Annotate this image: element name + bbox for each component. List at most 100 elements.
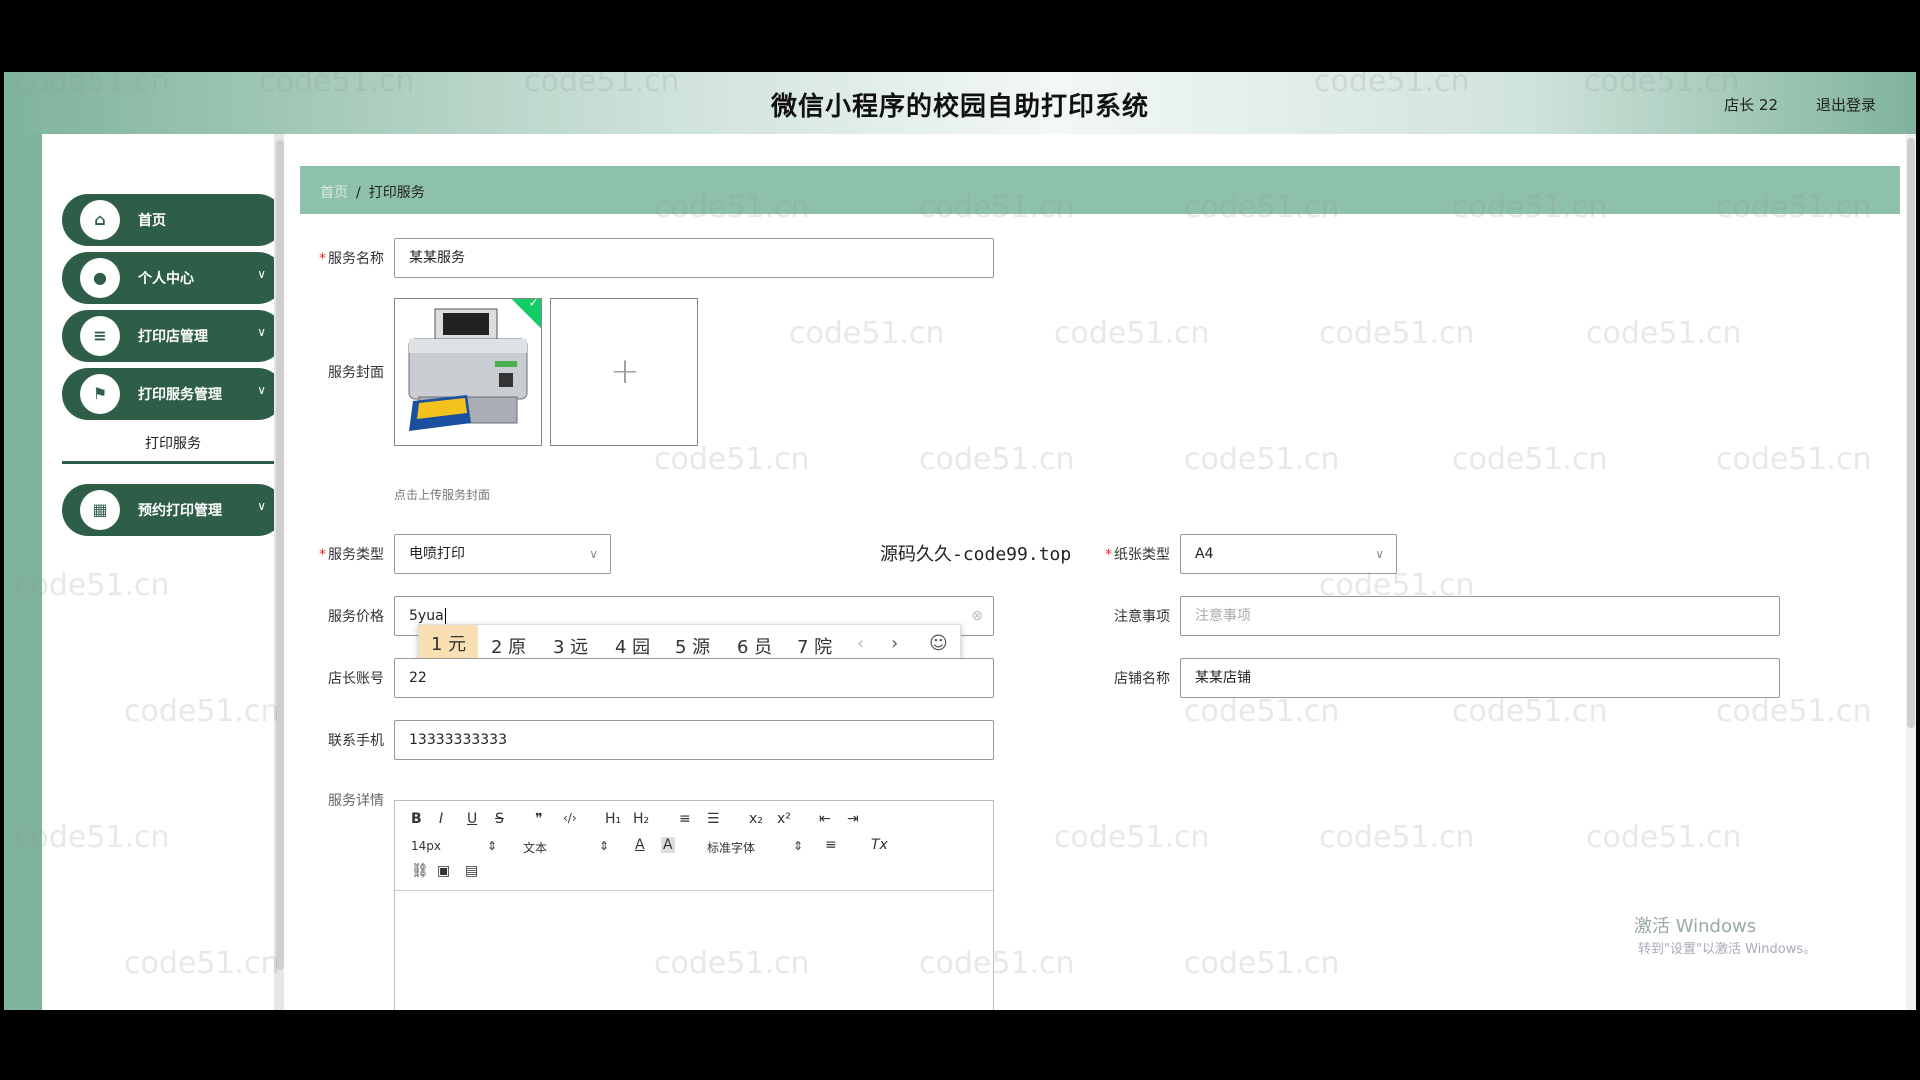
cover-label: 服务封面 bbox=[328, 365, 384, 381]
code-icon[interactable]: ‹/› bbox=[563, 811, 577, 825]
ime-candidate[interactable]: 3 远 bbox=[553, 633, 588, 659]
ime-candidate[interactable]: 6 员 bbox=[737, 633, 772, 659]
home-icon: ⌂ bbox=[80, 200, 120, 240]
printer-image bbox=[395, 299, 541, 445]
chevron-updown-icon: ⇕ bbox=[793, 839, 804, 853]
quote-icon[interactable]: ❞ bbox=[535, 811, 543, 827]
chevron-down-icon: ∨ bbox=[257, 383, 266, 397]
breadcrumb: 首页 / 打印服务 bbox=[300, 166, 1900, 214]
outdent-icon[interactable]: ⇤ bbox=[819, 811, 831, 827]
font-size-select[interactable]: 14px bbox=[411, 839, 441, 853]
paper-type-select[interactable]: A4 ∨ bbox=[1180, 534, 1397, 574]
ime-candidate[interactable]: 2 原 bbox=[491, 633, 526, 659]
page-watermark: code51.cn bbox=[654, 442, 810, 477]
page-watermark: code51.cn bbox=[1586, 316, 1742, 351]
notes-label: 注意事项 bbox=[1114, 609, 1170, 625]
page-watermark: code51.cn bbox=[789, 316, 945, 351]
owner-account-input[interactable]: 22 bbox=[394, 658, 994, 698]
logout-link[interactable]: 退出登录 bbox=[1816, 94, 1876, 115]
h2-icon[interactable]: H₂ bbox=[633, 811, 649, 827]
service-name-input[interactable]: 某某服务 bbox=[394, 238, 994, 278]
cover-hint: 点击上传服务封面 bbox=[394, 488, 491, 502]
font-color-icon[interactable]: A bbox=[635, 837, 645, 853]
chevron-updown-icon: ⇕ bbox=[599, 839, 610, 853]
image-icon[interactable]: ▣ bbox=[437, 863, 450, 879]
sidebar-scrollbar-thumb[interactable] bbox=[276, 140, 284, 970]
underline-icon[interactable]: U bbox=[467, 811, 477, 827]
superscript-icon[interactable]: x² bbox=[777, 811, 791, 827]
page-watermark: code51.cn bbox=[1054, 820, 1210, 855]
ordered-list-icon[interactable]: ≡ bbox=[679, 811, 691, 827]
breadcrumb-home[interactable]: 首页 bbox=[320, 185, 348, 201]
page-watermark: code51.cn bbox=[919, 442, 1075, 477]
sidebar-item-profile[interactable]: ● 个人中心 ∨ bbox=[62, 252, 284, 304]
ime-prev-icon[interactable]: ‹ bbox=[857, 633, 864, 654]
current-user: 店长 22 bbox=[1724, 96, 1778, 114]
clear-format-icon[interactable]: Tx bbox=[871, 837, 888, 853]
editor-toolbar: B I U S ❞ ‹/› H₁ H₂ ≡ ☰ x₂ x² ⇤ ⇥ 14px ⇕… bbox=[395, 801, 993, 891]
align-icon[interactable]: ≡ bbox=[825, 837, 837, 853]
sidebar: ⌂ 首页 ● 个人中心 ∨ ≡ 打印店管理 ∨ ⚑ 打印服务管理 ∨ 打印服务 … bbox=[42, 134, 284, 1010]
page-scrollbar-thumb[interactable] bbox=[1907, 138, 1915, 728]
font-family-select[interactable]: 标准字体 bbox=[707, 839, 755, 856]
phone-label: 联系手机 bbox=[328, 733, 384, 749]
sidebar-item-label: 个人中心 bbox=[138, 271, 194, 287]
submenu-print-service[interactable]: 打印服务 bbox=[62, 424, 284, 464]
italic-icon[interactable]: I bbox=[439, 811, 443, 827]
background-color-icon[interactable]: A bbox=[661, 837, 675, 853]
notes-input[interactable]: 注意事项 bbox=[1180, 596, 1780, 636]
page-watermark: code51.cn bbox=[1184, 946, 1340, 981]
windows-activation-title: 激活 Windows bbox=[1634, 916, 1757, 937]
plus-icon: + bbox=[609, 351, 641, 392]
ime-candidate[interactable]: 7 院 bbox=[797, 633, 832, 659]
sidebar-item-home[interactable]: ⌂ 首页 bbox=[62, 194, 284, 246]
ime-next-icon[interactable]: › bbox=[891, 633, 898, 654]
sliders-icon: ≡ bbox=[80, 316, 120, 356]
strike-icon[interactable]: S bbox=[495, 811, 504, 827]
page-watermark: code51.cn bbox=[1054, 316, 1210, 351]
sidebar-item-booking-management[interactable]: ▦ 预约打印管理 ∨ bbox=[62, 484, 284, 536]
bullet-list-icon[interactable]: ☰ bbox=[707, 811, 720, 827]
chevron-down-icon: ∨ bbox=[257, 267, 266, 281]
sidebar-item-label: 预约打印管理 bbox=[138, 503, 222, 519]
owner-account-label: 店长账号 bbox=[328, 671, 384, 687]
paragraph-select[interactable]: 文本 bbox=[523, 839, 547, 856]
sidebar-item-service-management[interactable]: ⚑ 打印服务管理 ∨ bbox=[62, 368, 284, 420]
app-title: 微信小程序的校园自助打印系统 bbox=[770, 92, 1149, 122]
cover-image[interactable]: ✓ bbox=[394, 298, 542, 446]
app-window: 微信小程序的校园自助打印系统 店长 22 退出登录 ⌂ 首页 ● 个人中心 ∨ … bbox=[4, 72, 1916, 1010]
phone-input[interactable]: 13333333333 bbox=[394, 720, 994, 760]
service-name-label: * 服务名称 bbox=[319, 251, 384, 267]
windows-activation-subtitle: 转到"设置"以激活 Windows。 bbox=[1638, 942, 1817, 957]
service-type-value: 电喷打印 bbox=[409, 546, 465, 562]
user-icon: ● bbox=[80, 258, 120, 298]
indent-icon[interactable]: ⇥ bbox=[847, 811, 859, 827]
text-caret: ​ bbox=[444, 608, 446, 624]
chevron-down-icon: ∨ bbox=[589, 547, 598, 561]
service-type-select[interactable]: 电喷打印 ∨ bbox=[394, 534, 611, 574]
sidebar-item-label: 打印店管理 bbox=[138, 329, 208, 345]
clear-icon[interactable]: ⊗ bbox=[971, 597, 983, 635]
chevron-down-icon: ∨ bbox=[257, 325, 266, 339]
breadcrumb-current: 打印服务 bbox=[368, 185, 425, 201]
subscript-icon[interactable]: x₂ bbox=[749, 811, 763, 827]
ime-candidate[interactable]: 4 园 bbox=[615, 633, 650, 659]
emoji-icon[interactable]: ☺ bbox=[929, 633, 948, 654]
chevron-down-icon: ∨ bbox=[257, 499, 266, 513]
link-icon[interactable]: ⛓ bbox=[411, 863, 429, 879]
bold-icon[interactable]: B bbox=[411, 811, 422, 827]
price-label: 服务价格 bbox=[328, 609, 384, 625]
shop-name-input[interactable]: 某某店铺 bbox=[1180, 658, 1780, 698]
ime-candidate[interactable]: 5 源 bbox=[675, 633, 710, 659]
video-icon[interactable]: ▤ bbox=[465, 863, 478, 879]
site-watermark: 源码久久-code99.top bbox=[880, 544, 1072, 565]
shop-name-label: 店铺名称 bbox=[1114, 671, 1170, 687]
sidebar-item-shop-management[interactable]: ≡ 打印店管理 ∨ bbox=[62, 310, 284, 362]
page-watermark: code51.cn bbox=[1319, 316, 1475, 351]
rich-text-editor: B I U S ❞ ‹/› H₁ H₂ ≡ ☰ x₂ x² ⇤ ⇥ 14px ⇕… bbox=[394, 800, 994, 1010]
paper-type-label: * 纸张类型 bbox=[1105, 547, 1170, 563]
h1-icon[interactable]: H₁ bbox=[605, 811, 621, 827]
cover-upload-button[interactable]: + bbox=[550, 298, 698, 446]
check-icon: ✓ bbox=[528, 298, 539, 310]
flag-icon: ⚑ bbox=[80, 374, 120, 414]
